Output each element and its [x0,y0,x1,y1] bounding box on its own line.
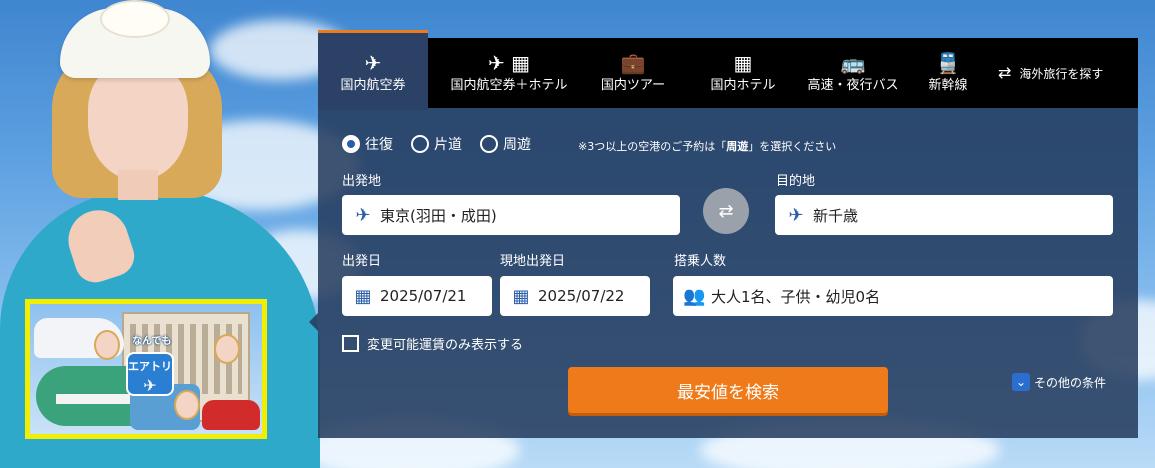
people-icon: 👥 [683,285,706,307]
tab-label: 国内ホテル [710,78,776,93]
promo-car-image [202,400,260,430]
radio-one-way[interactable]: 片道 [411,134,462,154]
promo-banner[interactable]: なんでも エアトリ ✈ [25,299,267,439]
calendar-icon: ▦ [512,285,530,307]
passengers-input[interactable]: 👥 大人1名、子供・幼児0名 [673,276,1113,316]
promo-face-image [174,390,200,420]
depart-date-label: 出発日 [342,254,382,269]
destination-input[interactable]: ✈ 新千歳 [775,195,1113,235]
face-shape [88,62,188,180]
hat-bow-shape [100,0,170,38]
tab-domestic-hotel[interactable]: ▦ 国内ホテル [698,38,788,108]
tab-label: 国内航空券 [340,78,406,93]
depart-date-value: 2025/07/21 [380,287,467,305]
depart-date-input[interactable]: ▦ 2025/07/21 [342,276,492,316]
checkbox-box [342,335,359,352]
destination-label: 目的地 [776,174,816,189]
origin-value: 東京(羽田・成田) [380,206,497,225]
chevron-down-icon: ⌄ [1012,373,1030,391]
tab-bus[interactable]: 🚌 高速・夜行バス [798,38,908,108]
promo-speech-text: なんでも [132,336,172,347]
multi-city-note: ※3つ以上の空港のご予約は「周遊」を選択ください [578,138,836,154]
suitcase-icon: 💼 [620,51,646,75]
other-conditions-label: その他の条件 [1034,375,1107,390]
checkbox-label: 変更可能運賃のみ表示する [367,338,524,353]
tab-overseas[interactable]: ⇄ 海外旅行を探す [998,38,1130,108]
swap-arrows-icon: ⇄ [718,200,734,222]
panel-pointer-arrow [309,313,318,331]
radio-dot [342,135,360,153]
return-date-input[interactable]: ▦ 2025/07/22 [500,276,650,316]
note-suffix: 」を選択ください [748,140,837,153]
changeable-fare-checkbox[interactable]: 変更可能運賃のみ表示する [342,334,523,353]
plane-hotel-icon: ✈ ▦ [487,51,530,75]
radio-label: 片道 [434,137,462,153]
calendar-icon: ▦ [354,285,372,307]
promo-face-image [214,334,240,364]
radio-multi-city[interactable]: 周遊 [480,134,531,154]
return-date-label: 現地出発日 [500,254,566,269]
train-icon: 🚆 [935,51,961,75]
airtrip-logo: エアトリ ✈ [126,352,174,396]
radio-label: 周遊 [503,137,531,153]
note-bold: 周遊 [726,140,749,153]
radio-dot [411,135,429,153]
hotel-icon: ▦ [733,51,753,75]
plane-icon: ✈ [143,376,157,395]
tab-shinkansen[interactable]: 🚆 新幹線 [916,38,980,108]
plane-departure-icon: ✈ [355,204,371,226]
plane-icon: ✈ [364,51,382,75]
swap-arrows-icon: ⇄ [998,63,1012,82]
tab-label: 高速・夜行バス [807,78,899,93]
passengers-value: 大人1名、子供・幼児0名 [711,287,881,306]
radio-dot [480,135,498,153]
search-tabs: ✈ 国内航空券 ✈ ▦ 国内航空券＋ホテル 💼 国内ツアー ▦ 国内ホテル 🚌 … [318,30,1138,110]
plane-arrival-icon: ✈ [788,204,804,226]
radio-round-trip[interactable]: 往復 [342,134,393,154]
return-date-value: 2025/07/22 [538,287,625,305]
bus-icon: 🚌 [840,51,866,75]
origin-label: 出発地 [342,174,382,189]
destination-value: 新千歳 [813,206,859,225]
tab-domestic-flights[interactable]: ✈ 国内航空券 [318,30,428,110]
logo-text: エアトリ [128,360,172,373]
search-button[interactable]: 最安値を検索 [568,367,888,413]
trip-type-radio-group: 往復 片道 周遊 [342,134,549,154]
neck-shape [118,170,158,200]
promo-face-image [94,330,120,360]
other-conditions-toggle[interactable]: ⌄ その他の条件 [1012,373,1106,391]
radio-label: 往復 [365,137,393,153]
note-prefix: ※3つ以上の空港のご予約は「 [578,140,727,153]
origin-input[interactable]: ✈ 東京(羽田・成田) [342,195,680,235]
tab-label: 国内ツアー [600,78,666,93]
tab-label: 海外旅行を探す [1019,66,1104,81]
swap-airports-button[interactable]: ⇄ [703,188,749,234]
passengers-label: 搭乗人数 [674,254,727,269]
tab-label: 国内航空券＋ホテル [450,78,568,93]
tab-domestic-tour[interactable]: 💼 国内ツアー [588,38,678,108]
tab-flight-hotel[interactable]: ✈ ▦ 国内航空券＋ホテル [442,38,576,108]
tab-label: 新幹線 [928,78,968,93]
